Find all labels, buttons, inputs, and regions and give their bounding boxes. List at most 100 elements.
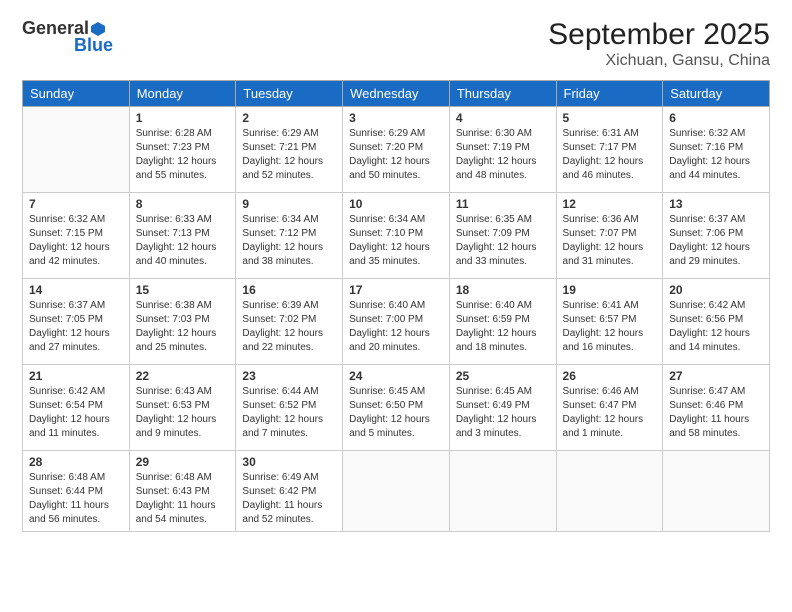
calendar-cell	[23, 107, 130, 193]
calendar-cell: 10 Sunrise: 6:34 AMSunset: 7:10 PMDayligh…	[343, 193, 450, 279]
day-info: Sunrise: 6:40 AMSunset: 6:59 PMDaylight:…	[456, 299, 550, 355]
day-number: 7	[29, 197, 123, 211]
day-number: 30	[242, 455, 336, 469]
calendar-cell: 11 Sunrise: 6:35 AMSunset: 7:09 PMDayligh…	[449, 193, 556, 279]
calendar-cell: 1 Sunrise: 6:28 AMSunset: 7:23 PMDaylight…	[129, 107, 236, 193]
day-number: 5	[563, 111, 657, 125]
logo-blue-text: Blue	[74, 35, 113, 56]
weekday-header-sunday: Sunday	[23, 81, 130, 107]
day-number: 12	[563, 197, 657, 211]
day-info: Sunrise: 6:30 AMSunset: 7:19 PMDaylight:…	[456, 127, 550, 183]
calendar-cell: 6 Sunrise: 6:32 AMSunset: 7:16 PMDaylight…	[663, 107, 770, 193]
day-number: 10	[349, 197, 443, 211]
day-info: Sunrise: 6:47 AMSunset: 6:46 PMDaylight:…	[669, 385, 763, 441]
day-number: 29	[136, 455, 230, 469]
day-number: 26	[563, 369, 657, 383]
day-number: 1	[136, 111, 230, 125]
day-info: Sunrise: 6:48 AMSunset: 6:44 PMDaylight:…	[29, 471, 123, 527]
day-info: Sunrise: 6:45 AMSunset: 6:49 PMDaylight:…	[456, 385, 550, 441]
day-info: Sunrise: 6:42 AMSunset: 6:54 PMDaylight:…	[29, 385, 123, 441]
calendar-cell: 25 Sunrise: 6:45 AMSunset: 6:49 PMDayligh…	[449, 365, 556, 451]
day-number: 8	[136, 197, 230, 211]
calendar-table: SundayMondayTuesdayWednesdayThursdayFrid…	[22, 80, 770, 532]
calendar-cell	[343, 451, 450, 532]
day-info: Sunrise: 6:35 AMSunset: 7:09 PMDaylight:…	[456, 213, 550, 269]
day-info: Sunrise: 6:44 AMSunset: 6:52 PMDaylight:…	[242, 385, 336, 441]
calendar-cell: 26 Sunrise: 6:46 AMSunset: 6:47 PMDayligh…	[556, 365, 663, 451]
day-number: 6	[669, 111, 763, 125]
day-info: Sunrise: 6:31 AMSunset: 7:17 PMDaylight:…	[563, 127, 657, 183]
day-number: 21	[29, 369, 123, 383]
calendar-cell	[449, 451, 556, 532]
day-number: 18	[456, 283, 550, 297]
weekday-header-monday: Monday	[129, 81, 236, 107]
day-info: Sunrise: 6:37 AMSunset: 7:05 PMDaylight:…	[29, 299, 123, 355]
calendar-cell: 16Sunrise: 6:39 AMSunset: 7:02 PMDayligh…	[236, 279, 343, 365]
calendar-week-row: 1 Sunrise: 6:28 AMSunset: 7:23 PMDaylight…	[23, 107, 770, 193]
calendar-week-row: 7 Sunrise: 6:32 AMSunset: 7:15 PMDaylight…	[23, 193, 770, 279]
day-number: 2	[242, 111, 336, 125]
day-number: 20	[669, 283, 763, 297]
day-info: Sunrise: 6:32 AMSunset: 7:15 PMDaylight:…	[29, 213, 123, 269]
day-number: 27	[669, 369, 763, 383]
day-info: Sunrise: 6:29 AMSunset: 7:21 PMDaylight:…	[242, 127, 336, 183]
day-info: Sunrise: 6:28 AMSunset: 7:23 PMDaylight:…	[136, 127, 230, 183]
calendar-cell: 5 Sunrise: 6:31 AMSunset: 7:17 PMDaylight…	[556, 107, 663, 193]
day-info: Sunrise: 6:43 AMSunset: 6:53 PMDaylight:…	[136, 385, 230, 441]
calendar-cell: 19Sunrise: 6:41 AMSunset: 6:57 PMDayligh…	[556, 279, 663, 365]
calendar-cell: 2 Sunrise: 6:29 AMSunset: 7:21 PMDaylight…	[236, 107, 343, 193]
day-info: Sunrise: 6:41 AMSunset: 6:57 PMDaylight:…	[563, 299, 657, 355]
day-info: Sunrise: 6:48 AMSunset: 6:43 PMDaylight:…	[136, 471, 230, 527]
day-number: 17	[349, 283, 443, 297]
calendar-cell: 12 Sunrise: 6:36 AMSunset: 7:07 PMDayligh…	[556, 193, 663, 279]
weekday-header-wednesday: Wednesday	[343, 81, 450, 107]
day-info: Sunrise: 6:29 AMSunset: 7:20 PMDaylight:…	[349, 127, 443, 183]
logo: General Blue	[22, 18, 113, 56]
day-info: Sunrise: 6:37 AMSunset: 7:06 PMDaylight:…	[669, 213, 763, 269]
day-number: 4	[456, 111, 550, 125]
calendar-cell: 9Sunrise: 6:34 AMSunset: 7:12 PMDaylight…	[236, 193, 343, 279]
calendar-header-row: SundayMondayTuesdayWednesdayThursdayFrid…	[23, 81, 770, 107]
day-number: 25	[456, 369, 550, 383]
calendar-cell: 8Sunrise: 6:33 AMSunset: 7:13 PMDaylight…	[129, 193, 236, 279]
weekday-header-friday: Friday	[556, 81, 663, 107]
day-info: Sunrise: 6:46 AMSunset: 6:47 PMDaylight:…	[563, 385, 657, 441]
page-subtitle: Xichuan, Gansu, China	[548, 52, 770, 70]
calendar-cell: 23Sunrise: 6:44 AMSunset: 6:52 PMDayligh…	[236, 365, 343, 451]
day-info: Sunrise: 6:39 AMSunset: 7:02 PMDaylight:…	[242, 299, 336, 355]
calendar-cell: 7 Sunrise: 6:32 AMSunset: 7:15 PMDaylight…	[23, 193, 130, 279]
day-info: Sunrise: 6:42 AMSunset: 6:56 PMDaylight:…	[669, 299, 763, 355]
weekday-header-saturday: Saturday	[663, 81, 770, 107]
day-number: 13	[669, 197, 763, 211]
calendar-week-row: 14Sunrise: 6:37 AMSunset: 7:05 PMDayligh…	[23, 279, 770, 365]
calendar-cell: 14Sunrise: 6:37 AMSunset: 7:05 PMDayligh…	[23, 279, 130, 365]
day-number: 9	[242, 197, 336, 211]
calendar-cell: 15Sunrise: 6:38 AMSunset: 7:03 PMDayligh…	[129, 279, 236, 365]
calendar-week-row: 21 Sunrise: 6:42 AMSunset: 6:54 PMDayligh…	[23, 365, 770, 451]
day-number: 24	[349, 369, 443, 383]
calendar-cell: 3 Sunrise: 6:29 AMSunset: 7:20 PMDaylight…	[343, 107, 450, 193]
day-number: 11	[456, 197, 550, 211]
calendar-cell: 29 Sunrise: 6:48 AMSunset: 6:43 PMDayligh…	[129, 451, 236, 532]
day-info: Sunrise: 6:38 AMSunset: 7:03 PMDaylight:…	[136, 299, 230, 355]
day-info: Sunrise: 6:36 AMSunset: 7:07 PMDaylight:…	[563, 213, 657, 269]
calendar-cell: 20 Sunrise: 6:42 AMSunset: 6:56 PMDayligh…	[663, 279, 770, 365]
day-info: Sunrise: 6:40 AMSunset: 7:00 PMDaylight:…	[349, 299, 443, 355]
calendar-cell: 22 Sunrise: 6:43 AMSunset: 6:53 PMDayligh…	[129, 365, 236, 451]
weekday-header-tuesday: Tuesday	[236, 81, 343, 107]
day-info: Sunrise: 6:34 AMSunset: 7:10 PMDaylight:…	[349, 213, 443, 269]
calendar-cell: 21 Sunrise: 6:42 AMSunset: 6:54 PMDayligh…	[23, 365, 130, 451]
title-area: September 2025 Xichuan, Gansu, China	[548, 18, 770, 70]
day-info: Sunrise: 6:32 AMSunset: 7:16 PMDaylight:…	[669, 127, 763, 183]
day-number: 22	[136, 369, 230, 383]
day-number: 3	[349, 111, 443, 125]
calendar-cell: 13 Sunrise: 6:37 AMSunset: 7:06 PMDayligh…	[663, 193, 770, 279]
calendar-cell: 18 Sunrise: 6:40 AMSunset: 6:59 PMDayligh…	[449, 279, 556, 365]
day-info: Sunrise: 6:45 AMSunset: 6:50 PMDaylight:…	[349, 385, 443, 441]
day-info: Sunrise: 6:49 AMSunset: 6:42 PMDaylight:…	[242, 471, 336, 527]
calendar-week-row: 28Sunrise: 6:48 AMSunset: 6:44 PMDayligh…	[23, 451, 770, 532]
calendar-cell: 24 Sunrise: 6:45 AMSunset: 6:50 PMDayligh…	[343, 365, 450, 451]
calendar-cell: 4 Sunrise: 6:30 AMSunset: 7:19 PMDaylight…	[449, 107, 556, 193]
calendar-cell	[663, 451, 770, 532]
header: General Blue September 2025 Xichuan, Gan…	[22, 18, 770, 70]
